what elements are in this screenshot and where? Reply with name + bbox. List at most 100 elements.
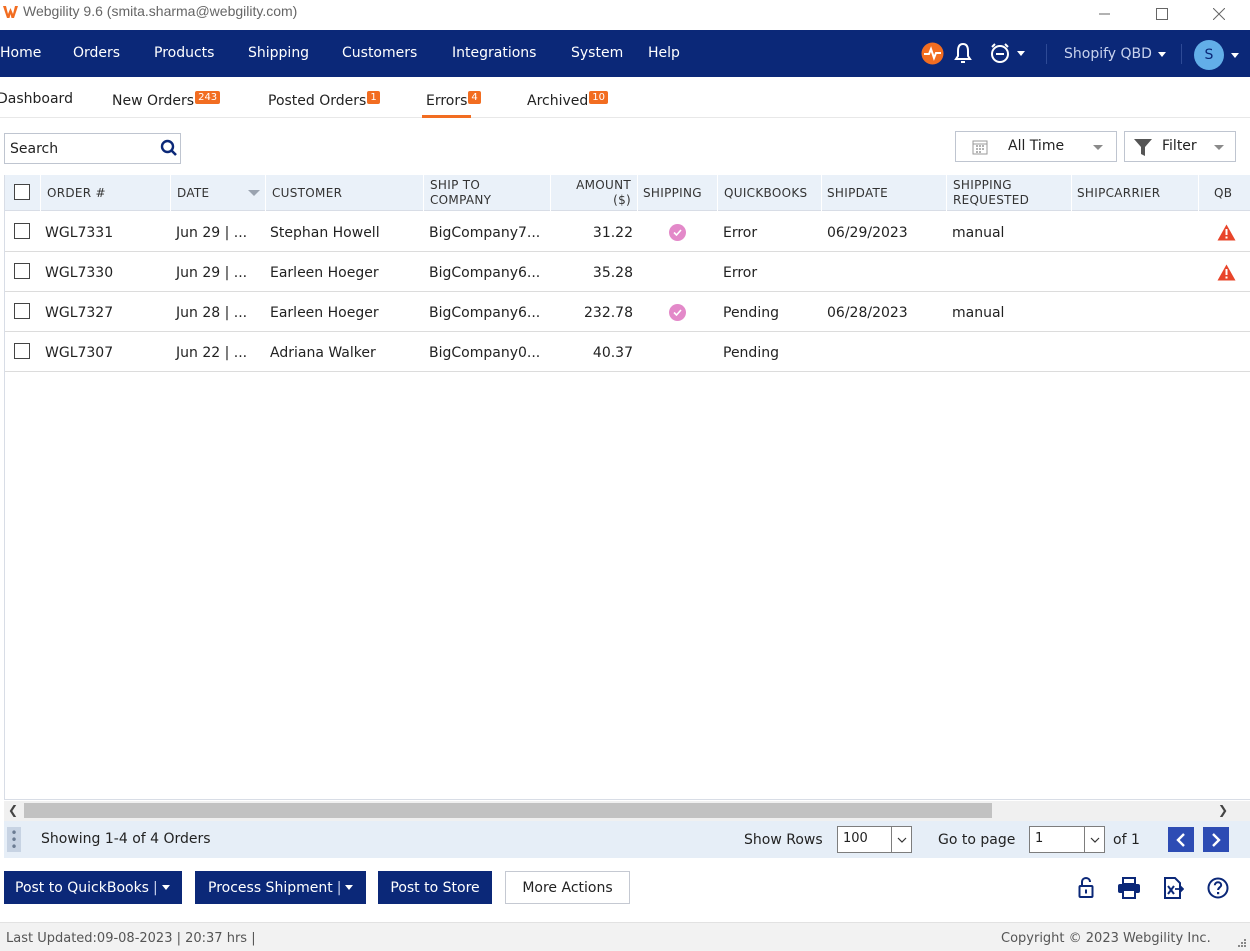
column-divider: [637, 175, 638, 211]
tab-label: Archived: [527, 93, 589, 109]
post-to-store-button[interactable]: Post to Store: [378, 871, 492, 904]
table-row[interactable]: WGL7327 Jun 28 | ... Earleen Hoeger BigC…: [5, 292, 1250, 332]
minimize-button[interactable]: [1082, 0, 1128, 28]
sort-descending-icon[interactable]: [248, 190, 260, 197]
nav-system[interactable]: System: [571, 45, 623, 61]
export-excel-icon[interactable]: [1162, 877, 1184, 899]
header-line: SHIPPING: [953, 178, 1012, 192]
column-header-shipdate[interactable]: SHIPDATE: [827, 186, 888, 201]
nav-products[interactable]: Products: [154, 45, 214, 61]
column-header-order[interactable]: ORDER #: [47, 186, 106, 201]
column-header-shipcarrier[interactable]: SHIPCARRIER: [1077, 186, 1160, 201]
warning-icon[interactable]: [1217, 224, 1236, 241]
nav-help[interactable]: Help: [648, 45, 680, 61]
shipping-requested: manual: [952, 225, 1005, 241]
search-input[interactable]: [5, 134, 155, 163]
activity-button[interactable]: [921, 42, 944, 65]
header-line: ($): [613, 193, 631, 207]
nav-customers[interactable]: Customers: [342, 45, 417, 61]
column-header-shipping-requested[interactable]: SHIPPING REQUESTED: [953, 178, 1029, 208]
warning-icon[interactable]: [1217, 264, 1236, 281]
next-page-button[interactable]: [1203, 827, 1229, 852]
rows-per-page-select[interactable]: 100: [837, 826, 912, 853]
ship-to-company: BigCompany6...: [429, 265, 541, 281]
column-header-amount[interactable]: AMOUNT ($): [561, 178, 631, 208]
order-number[interactable]: WGL7331: [45, 225, 113, 241]
order-number[interactable]: WGL7330: [45, 265, 113, 281]
column-header-shipping[interactable]: SHIPPING: [643, 186, 702, 201]
table-row[interactable]: WGL7330 Jun 29 | ... Earleen Hoeger BigC…: [5, 252, 1250, 292]
table-row[interactable]: WGL7331 Jun 29 | ... Stephan Howell BigC…: [5, 212, 1250, 252]
chevron-left-icon: [1176, 832, 1185, 847]
nav-orders[interactable]: Orders: [73, 45, 120, 61]
record-count: Showing 1-4 of 4 Orders: [41, 831, 211, 847]
column-divider: [717, 175, 718, 211]
column-header-customer[interactable]: CUSTOMER: [272, 186, 342, 201]
go-to-page-label: Go to page: [938, 832, 1016, 848]
table-row[interactable]: WGL7307 Jun 22 | ... Adriana Walker BigC…: [5, 332, 1250, 372]
column-header-ship-to[interactable]: SHIP TO COMPANY: [430, 178, 491, 208]
drag-handle-icon[interactable]: • • •: [7, 827, 21, 853]
chevron-down-icon: [1084, 827, 1104, 852]
page-select[interactable]: 1: [1029, 826, 1105, 853]
nav-home[interactable]: Home: [0, 45, 41, 61]
print-icon[interactable]: [1117, 877, 1141, 899]
reminders-button[interactable]: [989, 42, 1025, 64]
ship-date: 06/28/2023: [827, 305, 908, 321]
tab-new-orders[interactable]: New Orders 243: [112, 91, 221, 109]
column-divider: [1071, 175, 1072, 211]
chevron-down-icon[interactable]: [161, 885, 170, 890]
avatar[interactable]: S: [1194, 40, 1224, 70]
customer-name: Earleen Hoeger: [270, 305, 379, 321]
scroll-right-icon[interactable]: ❯: [1218, 803, 1228, 817]
column-header-date[interactable]: DATE: [177, 186, 209, 201]
filter-icon: [1134, 139, 1152, 156]
tab-dashboard[interactable]: Dashboard: [0, 91, 73, 107]
scroll-left-icon[interactable]: ❮: [8, 803, 18, 817]
order-number[interactable]: WGL7327: [45, 305, 113, 321]
nav-integrations[interactable]: Integrations: [452, 45, 536, 61]
ship-date: 06/29/2023: [827, 225, 908, 241]
column-header-quickbooks[interactable]: QUICKBOOKS: [724, 186, 807, 201]
ship-to-company: BigCompany7...: [429, 225, 541, 241]
unlock-icon[interactable]: [1078, 877, 1094, 899]
notifications-button[interactable]: [954, 42, 972, 64]
row-checkbox[interactable]: [14, 223, 30, 239]
close-button[interactable]: [1196, 0, 1242, 28]
nav-shipping[interactable]: Shipping: [248, 45, 309, 61]
header-line: REQUESTED: [953, 193, 1030, 207]
main-nav: Home Orders Products Shipping Customers …: [0, 30, 1250, 77]
help-icon[interactable]: [1207, 877, 1229, 899]
order-number[interactable]: WGL7307: [45, 345, 113, 361]
row-checkbox[interactable]: [14, 303, 30, 319]
last-updated-text: Last Updated:09-08-2023 | 20:37 hrs |: [6, 931, 256, 946]
chevron-down-icon[interactable]: [345, 885, 354, 890]
tab-errors[interactable]: Errors 4: [426, 91, 481, 109]
column-header-qb[interactable]: QB: [1214, 186, 1232, 201]
tab-archived[interactable]: Archived 10: [527, 91, 609, 109]
process-shipment-button[interactable]: Process Shipment |: [195, 871, 366, 904]
minimize-icon: [1099, 13, 1110, 15]
nav-divider: [1181, 44, 1182, 64]
webgility-logo-icon: [3, 6, 18, 18]
date-range-select[interactable]: All Time: [955, 131, 1117, 162]
horizontal-scrollbar[interactable]: ❮ ❯: [4, 801, 1250, 821]
resize-grip-icon[interactable]: [1235, 936, 1247, 948]
column-divider: [170, 175, 171, 211]
avatar-menu-chevron-icon[interactable]: [1231, 53, 1239, 58]
more-actions-button[interactable]: More Actions: [505, 871, 630, 904]
column-divider: [1198, 175, 1199, 211]
order-date: Jun 22 | ...: [176, 345, 248, 361]
tab-posted-orders[interactable]: Posted Orders 1: [268, 91, 380, 109]
row-checkbox[interactable]: [14, 343, 30, 359]
post-to-quickbooks-button[interactable]: Post to QuickBooks |: [4, 871, 182, 904]
store-selector[interactable]: Shopify QBD: [1064, 46, 1166, 62]
row-checkbox[interactable]: [14, 263, 30, 279]
filter-button[interactable]: Filter: [1124, 131, 1236, 162]
search-icon[interactable]: [160, 139, 178, 157]
select-all-checkbox[interactable]: [14, 184, 30, 200]
scrollbar-thumb[interactable]: [24, 803, 992, 818]
previous-page-button[interactable]: [1168, 827, 1194, 852]
maximize-button[interactable]: [1139, 0, 1185, 28]
column-divider: [265, 175, 266, 211]
